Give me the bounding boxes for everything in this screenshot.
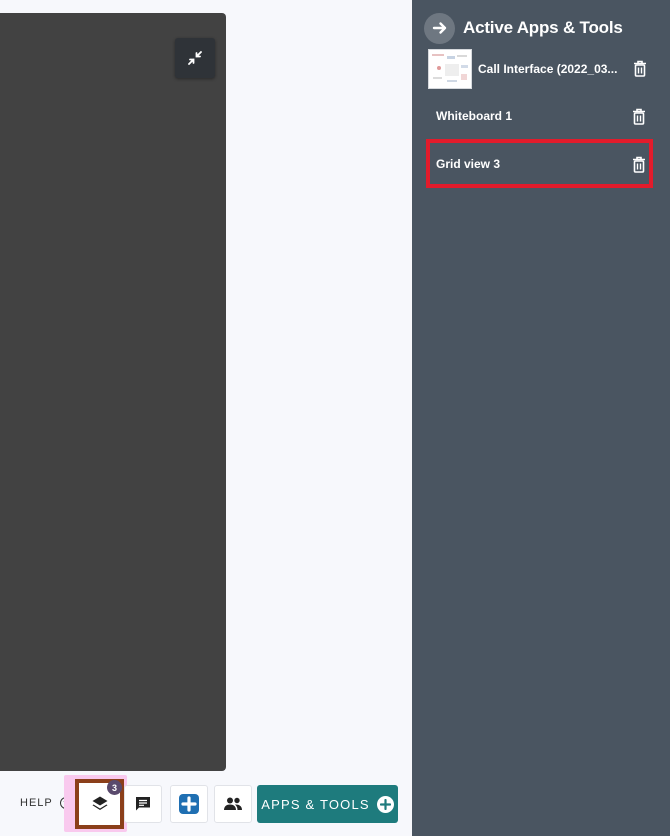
collapse-panel-button[interactable] xyxy=(424,12,455,44)
layers-icon xyxy=(92,796,107,810)
app-item-label: Grid view 3 xyxy=(436,157,501,171)
apps-tools-label: APPS & TOOLS xyxy=(261,796,370,812)
app-item-label: Call Interface (2022_03... xyxy=(478,61,618,76)
delete-app-button[interactable] xyxy=(631,155,647,173)
app-item-grid-view[interactable]: Grid view 3 xyxy=(436,150,655,178)
chat-button[interactable] xyxy=(124,785,162,823)
help-label: HELP xyxy=(20,797,53,809)
delete-app-button[interactable] xyxy=(632,60,648,78)
app-item-call-interface[interactable]: Call Interface (2022_03... xyxy=(428,48,656,89)
trash-icon xyxy=(634,60,646,77)
trash-icon xyxy=(633,108,645,125)
minimize-arrows-icon xyxy=(188,51,202,65)
delete-app-button[interactable] xyxy=(631,107,647,125)
plus-circle-icon xyxy=(376,795,394,813)
main-stage xyxy=(0,13,226,771)
panel-header: Active Apps & Tools xyxy=(424,12,623,44)
panel-title: Active Apps & Tools xyxy=(463,18,623,37)
app-item-whiteboard[interactable]: Whiteboard 1 xyxy=(436,104,655,128)
participants-button[interactable] xyxy=(214,785,252,823)
active-apps-panel: Active Apps & Tools Call Interface (2022… xyxy=(412,0,670,836)
layers-count-badge: 3 xyxy=(107,780,122,795)
apps-and-tools-button[interactable]: APPS & TOOLS xyxy=(257,785,398,823)
app-thumbnail xyxy=(428,48,472,89)
arrow-right-icon xyxy=(432,22,446,34)
minimize-button[interactable] xyxy=(175,38,215,78)
chat-icon xyxy=(136,797,150,811)
people-icon xyxy=(224,797,242,810)
add-button[interactable] xyxy=(170,785,208,823)
app-item-label: Whiteboard 1 xyxy=(436,109,513,123)
trash-icon xyxy=(633,156,645,173)
plus-square-icon xyxy=(179,794,199,814)
